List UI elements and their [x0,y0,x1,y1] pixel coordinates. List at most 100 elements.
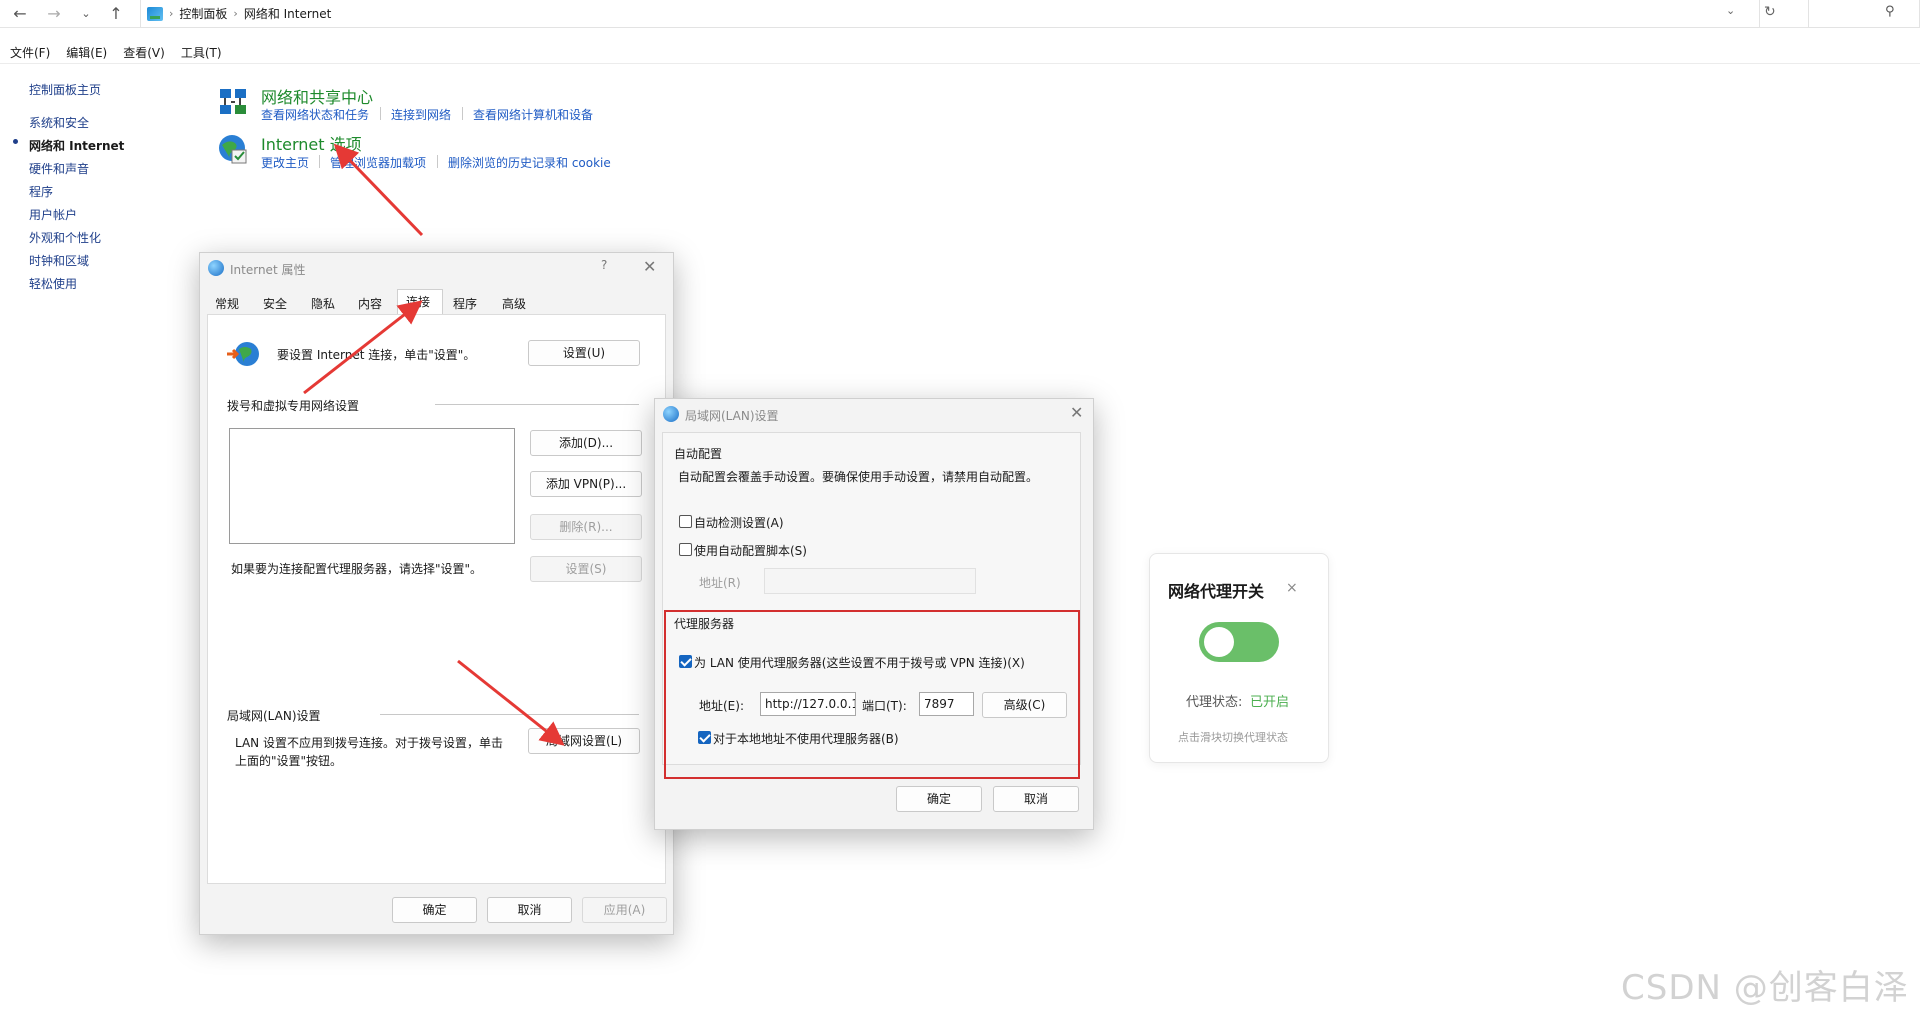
use-proxy-checkbox[interactable] [679,655,692,668]
connection-wizard-icon [227,342,259,366]
link-delete-history[interactable]: 删除浏览的历史记录和 cookie [448,154,611,171]
link-change-homepage[interactable]: 更改主页 [261,154,309,171]
link-view-network-status[interactable]: 查看网络状态和任务 [261,106,369,123]
lan-dialog-title: 局域网(LAN)设置 [685,409,779,423]
tab-programs[interactable]: 程序 [453,295,477,312]
close-icon[interactable]: ✕ [643,257,656,276]
auto-detect-label: 自动检测设置(A) [694,516,784,530]
search-icon: ⚲ [1885,4,1895,19]
lan-heading: 局域网(LAN)设置 [227,709,321,723]
cancel-button[interactable]: 取消 [487,897,572,923]
internet-options-title[interactable]: Internet 选项 [261,131,362,155]
proxy-hint: 如果要为连接配置代理服务器，请选择"设置"。 [231,562,483,576]
tab-connections[interactable]: 连接 [406,293,430,310]
status-label: 代理状态: [1186,695,1243,710]
sidebar-item-home[interactable]: 控制面板主页 [29,81,101,98]
menu-file[interactable]: 文件(F) [10,44,50,62]
dialup-heading: 拨号和虚拟专用网络设置 [227,399,360,413]
divider [462,107,463,120]
tab-content[interactable]: 内容 [358,295,382,312]
tab-advanced[interactable]: 高级 [502,295,526,312]
script-address-input[interactable] [764,568,976,594]
up-arrow-icon[interactable]: ↑ [104,3,128,25]
close-icon[interactable]: ✕ [1070,403,1083,422]
control-panel-icon [147,6,163,21]
menu-tools[interactable]: 工具(T) [181,44,222,62]
menu-edit[interactable]: 编辑(E) [66,44,107,62]
network-sharing-center-title[interactable]: 网络和共享中心 [261,84,373,108]
proxy-port-label: 端口(T): [862,699,907,713]
toggle-knob[interactable] [1204,627,1234,657]
auto-script-checkbox[interactable] [679,543,692,556]
menu-view[interactable]: 查看(V) [123,44,165,62]
link-connect-network[interactable]: 连接到网络 [391,106,451,123]
link-view-network-computers[interactable]: 查看网络计算机和设备 [473,106,593,123]
link-manage-addons[interactable]: 管理浏览器加载项 [330,154,426,171]
lan-description-1: LAN 设置不应用到拨号连接。对于拨号设置，单击 [235,736,503,750]
auto-config-heading: 自动配置 [674,447,723,461]
help-icon[interactable]: ? [601,258,607,272]
sidebar-item-network[interactable]: 网络和 Internet [29,137,124,154]
forward-arrow-icon[interactable]: → [42,3,66,25]
add-vpn-button[interactable]: 添加 VPN(P)... [530,471,642,497]
sidebar-item-accounts[interactable]: 用户帐户 [29,206,77,223]
status-value: 已开启 [1250,695,1290,710]
close-icon[interactable]: × [1286,580,1298,596]
breadcrumb-network[interactable]: 网络和 Internet [244,5,331,22]
proxy-toggle-card: 网络代理开关 × 代理状态: 已开启 点击滑块切换代理状态 [1149,553,1329,763]
bypass-local-checkbox[interactable] [698,731,711,744]
lan-ok-button[interactable]: 确定 [896,786,982,812]
network-sharing-icon [220,89,246,114]
menu-bar: 文件(F) 编辑(E) 查看(V) 工具(T) [0,44,222,62]
tab-general[interactable]: 常规 [215,295,239,312]
card-title: 网络代理开关 [1168,582,1265,601]
sidebar-item-hardware[interactable]: 硬件和声音 [29,160,89,177]
refresh-icon[interactable]: ↻ [1764,4,1776,20]
breadcrumb-control-panel[interactable]: 控制面板 [179,5,227,22]
add-button[interactable]: 添加(D)... [530,430,642,456]
address-field[interactable]: › 控制面板 › 网络和 Internet ⌄ ↻ [140,0,1776,28]
internet-globe-icon [208,260,224,276]
recent-dropdown-icon[interactable]: ⌄ [74,3,98,25]
menu-divider [0,63,1920,64]
active-bullet-icon [13,139,18,144]
use-proxy-label: 为 LAN 使用代理服务器(这些设置不用于拨号或 VPN 连接)(X) [694,656,1025,670]
tab-privacy[interactable]: 隐私 [311,295,335,312]
divider [319,155,320,168]
proxy-port-input[interactable]: 7897 [919,692,974,716]
watermark: CSDN @创客白泽 [1621,968,1909,1008]
lan-cancel-button[interactable]: 取消 [993,786,1079,812]
address-bar: ← → ⌄ ↑ › 控制面板 › 网络和 Internet ⌄ ↻ ⚲ [0,0,1920,28]
ok-button[interactable]: 确定 [392,897,477,923]
remove-button[interactable]: 删除(R)... [530,514,642,540]
sidebar-item-clock[interactable]: 时钟和区域 [29,252,89,269]
dialog-title: Internet 属性 [230,263,306,277]
internet-globe-icon [663,406,679,422]
section-divider [435,404,639,405]
proxy-address-input[interactable]: http://127.0.0.1 [760,692,856,716]
apply-button[interactable]: 应用(A) [582,897,667,923]
sidebar-item-ease[interactable]: 轻松使用 [29,275,77,292]
internet-options-icon [219,135,247,164]
proxy-server-heading: 代理服务器 [674,617,735,631]
lan-description-2: 上面的"设置"按钮。 [235,754,343,768]
sidebar-item-programs[interactable]: 程序 [29,183,53,200]
search-input[interactable]: ⚲ [1808,0,1920,28]
lan-settings-button[interactable]: 局域网设置(L) [528,728,640,754]
settings-button[interactable]: 设置(S) [530,556,642,582]
advanced-button[interactable]: 高级(C) [982,692,1067,718]
proxy-toggle-switch[interactable] [1199,622,1279,662]
chevron-right-icon: › [169,7,174,20]
script-address-label: 地址(R) [699,576,741,590]
sidebar-item-appearance[interactable]: 外观和个性化 [29,229,101,246]
card-hint: 点击滑块切换代理状态 [1178,731,1288,744]
sidebar-item-security[interactable]: 系统和安全 [29,114,89,131]
chevron-down-icon[interactable]: ⌄ [1726,4,1735,17]
connection-list[interactable] [229,428,515,544]
setup-button[interactable]: 设置(U) [528,340,640,366]
back-arrow-icon[interactable]: ← [8,3,32,25]
tab-security[interactable]: 安全 [263,295,287,312]
auto-config-description: 自动配置会覆盖手动设置。要确保使用手动设置，请禁用自动配置。 [678,470,1039,484]
chevron-right-icon: › [233,7,238,20]
auto-detect-checkbox[interactable] [679,515,692,528]
